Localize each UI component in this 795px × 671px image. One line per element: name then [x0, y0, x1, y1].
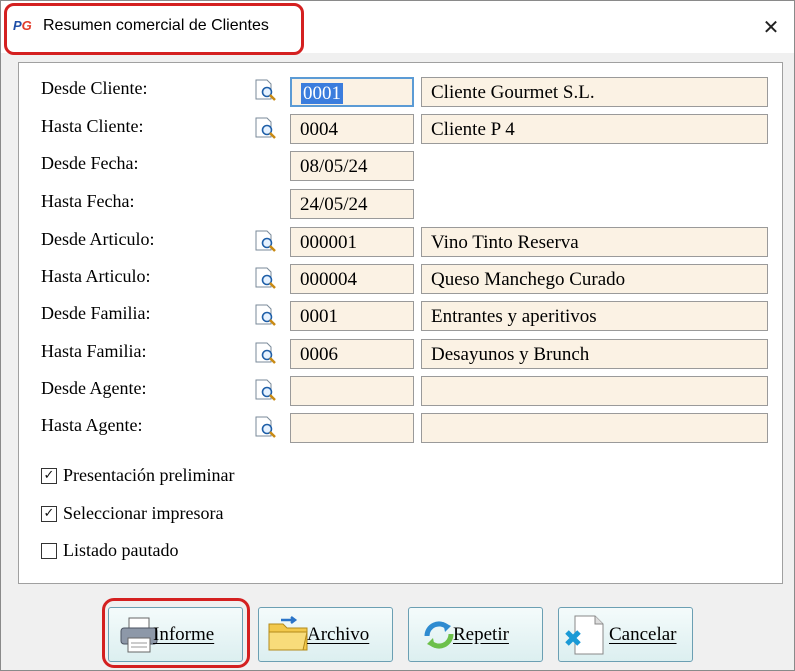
lookup-icon[interactable] [253, 416, 277, 438]
desde-cliente-code-input[interactable]: 0001 [290, 77, 414, 107]
hasta-agente-code-input[interactable] [290, 413, 414, 443]
desde-articulo-code-input[interactable]: 000001 [290, 227, 414, 257]
cancelar-button[interactable]: Cancelar [558, 607, 693, 662]
desde-familia-desc-field: Entrantes y aperitivos [421, 301, 768, 331]
label-hasta-familia: Hasta Familia: [41, 341, 147, 361]
label-hasta-agente: Hasta Agente: [41, 415, 143, 435]
lookup-icon[interactable] [253, 230, 277, 252]
lookup-icon[interactable] [253, 117, 277, 139]
label-hasta-cliente: Hasta Cliente: [41, 116, 144, 136]
lookup-icon[interactable] [253, 79, 277, 101]
archivo-label: Archivo [307, 624, 370, 645]
cancelar-label: Cancelar [609, 624, 677, 645]
label-desde-articulo: Desde Articulo: [41, 229, 155, 249]
seleccionar-impresora-checkbox[interactable]: ✓ [41, 506, 57, 522]
hasta-cliente-code-input[interactable]: 0004 [290, 114, 414, 144]
title-bar: PG Resumen comercial de Clientes ✕ [1, 1, 794, 55]
lookup-icon[interactable] [253, 342, 277, 364]
repetir-button[interactable]: Repetir [408, 607, 543, 662]
presentacion-preliminar-label[interactable]: Presentación preliminar [63, 465, 234, 486]
desde-fecha-input[interactable]: 08/05/24 [290, 151, 414, 181]
archivo-button[interactable]: Archivo [258, 607, 393, 662]
hasta-agente-desc-field [421, 413, 768, 443]
informe-button[interactable]: Informe [108, 607, 243, 662]
listado-pautado-checkbox[interactable] [41, 543, 57, 559]
title-highlight-box [4, 3, 304, 55]
hasta-articulo-desc-field: Queso Manchego Curado [421, 264, 768, 294]
cancel-icon [565, 615, 604, 655]
informe-label: Informe [153, 624, 215, 645]
hasta-fecha-input[interactable]: 24/05/24 [290, 189, 414, 219]
seleccionar-impresora-label[interactable]: Seleccionar impresora [63, 503, 223, 524]
label-desde-agente: Desde Agente: [41, 378, 147, 398]
label-hasta-articulo: Hasta Articulo: [41, 266, 151, 286]
close-icon[interactable]: ✕ [756, 13, 786, 41]
hasta-familia-desc-field: Desayunos y Brunch [421, 339, 768, 369]
label-desde-cliente: Desde Cliente: [41, 78, 148, 98]
lookup-icon[interactable] [253, 267, 277, 289]
desde-agente-code-input[interactable] [290, 376, 414, 406]
folder-icon [268, 616, 308, 651]
label-desde-fecha: Desde Fecha: [41, 153, 139, 173]
hasta-familia-code-input[interactable]: 0006 [290, 339, 414, 369]
lookup-icon[interactable] [253, 379, 277, 401]
label-hasta-fecha: Hasta Fecha: [41, 191, 135, 211]
desde-familia-code-input[interactable]: 0001 [290, 301, 414, 331]
desde-agente-desc-field [421, 376, 768, 406]
desde-articulo-desc-field: Vino Tinto Reserva [421, 227, 768, 257]
repetir-label: Repetir [453, 624, 509, 645]
desde-cliente-desc-field: Cliente Gourmet S.L. [421, 77, 768, 107]
hasta-articulo-code-input[interactable]: 000004 [290, 264, 414, 294]
dialog-window: PG Resumen comercial de Clientes ✕ Desde… [0, 0, 795, 671]
presentacion-preliminar-checkbox[interactable]: ✓ [41, 468, 57, 484]
lookup-icon[interactable] [253, 304, 277, 326]
hasta-cliente-desc-field: Cliente P 4 [421, 114, 768, 144]
listado-pautado-label[interactable]: Listado pautado [63, 540, 178, 561]
label-desde-familia: Desde Familia: [41, 303, 151, 323]
